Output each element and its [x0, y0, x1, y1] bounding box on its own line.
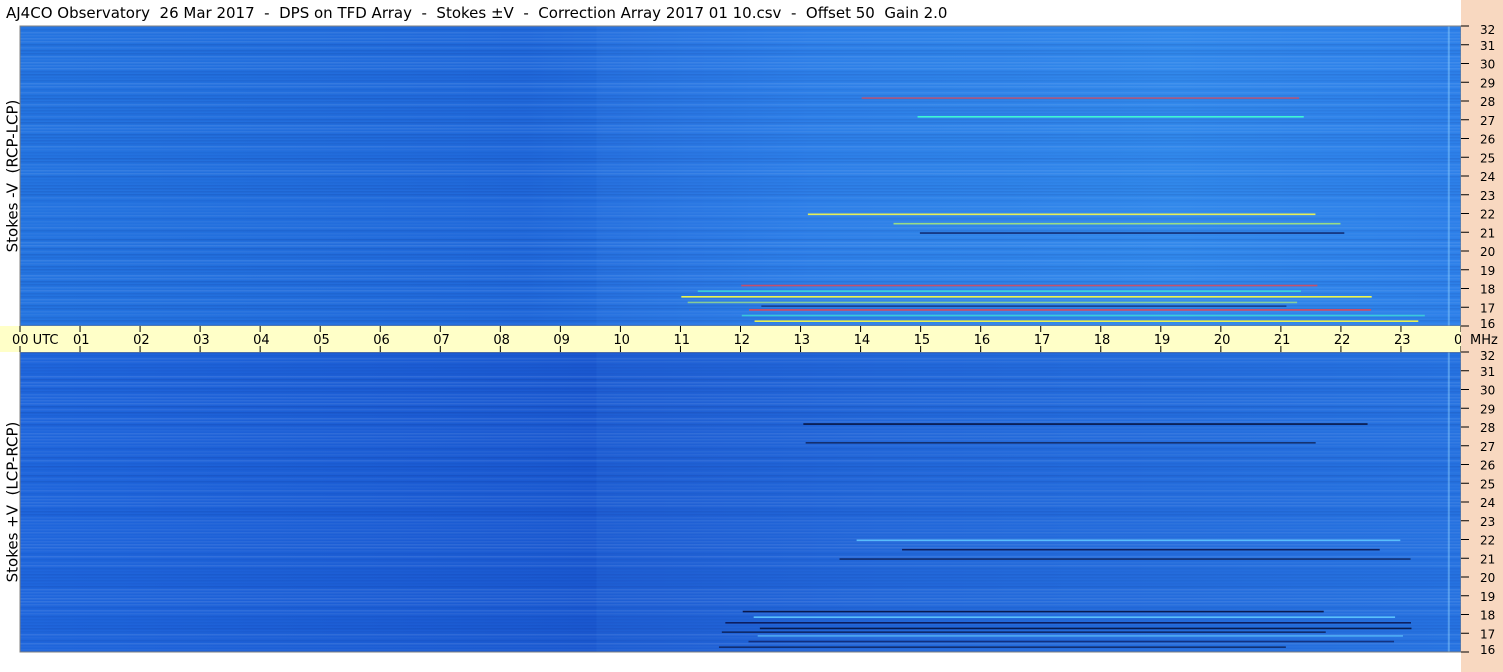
top-panel-signal-streak [754, 320, 1419, 322]
hour-label-14: 14 [854, 333, 871, 348]
bottom-panel-signal-streak [725, 622, 1411, 624]
top-panel-vertical-artifact [1447, 26, 1450, 326]
top-panel-signal-streak [917, 116, 1304, 118]
bottom-freq-label-25: 25 [1480, 477, 1495, 491]
bottom-panel-signal-streak [721, 631, 1326, 633]
hour-label-05: 05 [313, 333, 330, 348]
bottom-freq-label-29: 29 [1480, 402, 1495, 416]
bottom-freq-label-32: 32 [1480, 349, 1495, 363]
bottom-panel-signal-streak [757, 635, 1403, 637]
bottom-freq-label-28: 28 [1480, 421, 1495, 435]
bottom-freq-label-21: 21 [1480, 552, 1495, 566]
top-panel-signal-streak [861, 97, 1300, 99]
top-freq-label-16: 16 [1480, 317, 1495, 331]
hour-label-04: 04 [253, 333, 270, 348]
bottom-freq-label-24: 24 [1480, 496, 1495, 510]
top-panel-signal-streak [919, 232, 1345, 234]
top-freq-label-17: 17 [1480, 301, 1495, 315]
top-freq-label-29: 29 [1480, 76, 1495, 90]
bottom-frequency-axis [1461, 352, 1503, 672]
bottom-freq-label-16: 16 [1480, 643, 1495, 657]
hour-label-15: 15 [914, 333, 931, 348]
hour-label-08: 08 [493, 333, 510, 348]
top-freq-label-20: 20 [1480, 245, 1495, 259]
hour-label-12: 12 [734, 333, 751, 348]
hour-label-09: 09 [553, 333, 570, 348]
hour-label-07: 07 [433, 333, 450, 348]
top-freq-label-26: 26 [1480, 133, 1495, 147]
hour-label-11: 11 [673, 333, 690, 348]
hour-label-03: 03 [193, 333, 210, 348]
bottom-freq-label-19: 19 [1480, 590, 1495, 604]
top-freq-label-25: 25 [1480, 151, 1495, 165]
top-panel-signal-streak [749, 309, 1372, 311]
top-freq-label-21: 21 [1480, 226, 1495, 240]
bottom-freq-label-26: 26 [1480, 459, 1495, 473]
top-panel-signal-streak [741, 284, 1318, 287]
top-freq-label-24: 24 [1480, 170, 1495, 184]
bottom-freq-label-31: 31 [1480, 365, 1495, 379]
bottom-panel-vertical-artifact [1447, 352, 1450, 652]
bottom-panel-signal-streak [902, 548, 1380, 551]
bottom-panel-signal-streak [805, 442, 1316, 444]
bottom-panel-daytime-region [596, 352, 1461, 652]
bottom-panel-signal-streak [742, 610, 1324, 613]
utc-axis-band [0, 326, 1461, 352]
bottom-panel-signal-streak [748, 640, 1395, 643]
bottom-panel-signal-streak [803, 423, 1368, 425]
hour-label-21: 21 [1274, 333, 1291, 348]
top-freq-label-18: 18 [1480, 283, 1495, 297]
top-panel-signal-streak [761, 305, 1287, 307]
top-panel-signal-streak [741, 314, 1425, 317]
bottom-freq-label-20: 20 [1480, 571, 1495, 585]
bottom-freq-label-30: 30 [1480, 384, 1495, 398]
top-freq-label-30: 30 [1480, 58, 1495, 72]
hour-label-13: 13 [794, 333, 811, 348]
frequency-unit-label: MHz [1470, 333, 1498, 348]
top-freq-label-31: 31 [1480, 39, 1495, 53]
bottom-freq-label-18: 18 [1480, 609, 1495, 623]
hour-label-23: 23 [1394, 333, 1411, 348]
top-freq-label-27: 27 [1480, 114, 1495, 128]
utc-axis-start-label: 00 UTC [12, 333, 58, 348]
bottom-panel-signal-streak [839, 558, 1411, 560]
top-freq-label-19: 19 [1480, 264, 1495, 278]
hour-label-16: 16 [974, 333, 991, 348]
top-panel-signal-streak [807, 213, 1316, 216]
bottom-panel-signal-streak [856, 539, 1401, 542]
hour-label-17: 17 [1034, 333, 1051, 348]
bottom-freq-label-27: 27 [1480, 440, 1495, 454]
top-panel-signal-streak [687, 301, 1298, 304]
hour-label-18: 18 [1094, 333, 1111, 348]
bottom-freq-label-22: 22 [1480, 534, 1495, 548]
top-freq-label-32: 32 [1480, 23, 1495, 37]
top-freq-label-28: 28 [1480, 95, 1495, 109]
top-panel-daytime-region [596, 26, 1461, 326]
hour-label-10: 10 [613, 333, 630, 348]
bottom-freq-label-23: 23 [1480, 515, 1495, 529]
hour-label-22: 22 [1334, 333, 1351, 348]
hour-label-06: 06 [373, 333, 390, 348]
hour-label-19: 19 [1154, 333, 1171, 348]
hour-label-01: 01 [73, 333, 90, 348]
bottom-panel-signal-streak [759, 627, 1412, 630]
top-panel-signal-streak [697, 290, 1301, 292]
hour-label-20: 20 [1214, 333, 1231, 348]
bottom-panel-signal-streak [718, 646, 1286, 648]
bottom-freq-label-17: 17 [1480, 627, 1495, 641]
top-freq-label-22: 22 [1480, 208, 1495, 222]
spectrogram-chart: 00 UTC 01 02 03 04 05 06 07 08 09 10 11 12 13 14 15 16 17… [0, 0, 1503, 672]
bottom-panel-signal-streak [753, 616, 1396, 618]
top-freq-label-23: 23 [1480, 189, 1495, 203]
top-panel-signal-streak [893, 222, 1341, 225]
top-panel-signal-streak [681, 296, 1372, 298]
hour-label-02: 02 [133, 333, 150, 348]
